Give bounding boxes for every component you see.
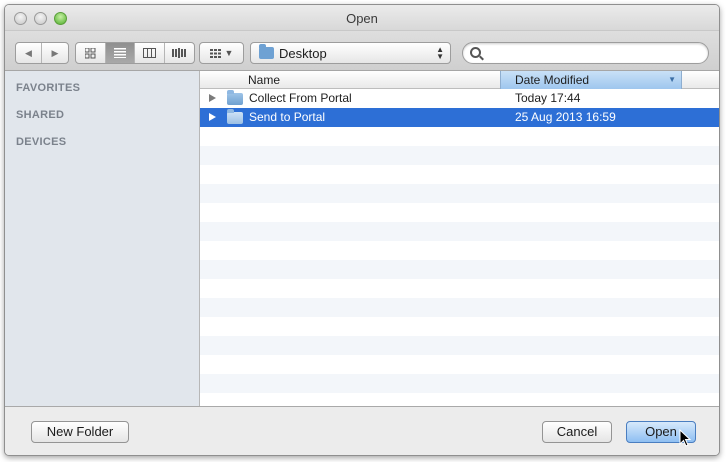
location-label: Desktop — [279, 45, 327, 61]
toolbar: ◀ ▶ ▼ Desktop ▲ ▼ — [5, 31, 719, 71]
empty-row — [200, 241, 719, 260]
cover-flow-view-button[interactable] — [165, 43, 194, 63]
mouse-pointer-icon — [679, 429, 692, 447]
dialog-button-bar: New Folder Cancel Open — [5, 406, 719, 455]
empty-row — [200, 146, 719, 165]
empty-row — [200, 279, 719, 298]
sidebar: FAVORITES SHARED DEVICES — [5, 71, 200, 406]
disclosure-triangle-icon[interactable] — [209, 94, 216, 102]
empty-row — [200, 127, 719, 146]
cover-flow-view-icon — [172, 48, 187, 58]
location-popup[interactable]: Desktop ▲ ▼ — [250, 42, 451, 64]
file-list: Name Date Modified ▼ Collect From Portal… — [200, 71, 719, 406]
column-view-button[interactable] — [135, 43, 165, 63]
disclosure-triangle-icon[interactable] — [209, 113, 216, 121]
column-view-icon — [142, 48, 156, 58]
back-button[interactable]: ◀ — [16, 43, 42, 63]
file-date: 25 Aug 2013 16:59 — [515, 110, 616, 124]
updown-arrows-icon: ▲ ▼ — [436, 45, 444, 61]
file-name: Send to Portal — [249, 110, 326, 124]
forward-button[interactable]: ▶ — [42, 43, 68, 63]
empty-row — [200, 203, 719, 222]
file-row[interactable]: Collect From Portal Today 17:44 — [200, 89, 719, 108]
empty-row — [200, 222, 719, 241]
icon-view-button[interactable] — [76, 43, 106, 63]
file-name: Collect From Portal — [249, 91, 352, 105]
empty-row — [200, 317, 719, 336]
arrange-grid-icon — [209, 48, 221, 58]
chevron-down-icon: ▼ — [224, 48, 234, 58]
empty-row — [200, 393, 719, 406]
folder-icon — [227, 109, 243, 124]
folder-icon — [227, 90, 243, 105]
column-header-bar: Name Date Modified ▼ — [200, 71, 719, 89]
cancel-button[interactable]: Cancel — [542, 421, 612, 443]
file-rows: Collect From Portal Today 17:44 Send to Po… — [200, 89, 719, 406]
empty-row — [200, 184, 719, 203]
open-dialog: Open ◀ ▶ ▼ Desktop ▲ ▼ FAVORITES SHARED … — [4, 4, 720, 456]
empty-row — [200, 260, 719, 279]
date-modified-column-header[interactable]: Date Modified ▼ — [500, 71, 682, 89]
list-view-button[interactable] — [105, 43, 135, 63]
titlebar: Open — [5, 5, 719, 31]
back-forward-control: ◀ ▶ — [15, 42, 69, 64]
search-field[interactable] — [462, 42, 709, 64]
sidebar-section-favorites[interactable]: FAVORITES — [16, 82, 80, 94]
arrange-menu-button[interactable]: ▼ — [199, 42, 244, 64]
back-arrow-icon: ◀ — [25, 47, 32, 58]
folder-icon — [259, 44, 274, 59]
sidebar-section-shared[interactable]: SHARED — [16, 109, 64, 121]
empty-row — [200, 165, 719, 184]
file-row[interactable]: Send to Portal 25 Aug 2013 16:59 — [200, 108, 719, 127]
forward-arrow-icon: ▶ — [51, 47, 59, 58]
view-mode-control — [75, 42, 195, 64]
new-folder-button[interactable]: New Folder — [31, 421, 129, 443]
icon-view-icon — [84, 47, 96, 58]
window-title: Open — [346, 11, 378, 26]
empty-row — [200, 374, 719, 393]
sidebar-section-devices[interactable]: DEVICES — [16, 136, 66, 148]
empty-row — [200, 355, 719, 374]
file-date: Today 17:44 — [515, 91, 581, 105]
empty-row — [200, 336, 719, 355]
search-icon — [470, 47, 481, 58]
empty-row — [200, 298, 719, 317]
name-column-header[interactable]: Name — [248, 73, 280, 87]
list-view-icon — [113, 48, 126, 58]
sort-descending-icon: ▼ — [668, 75, 676, 84]
